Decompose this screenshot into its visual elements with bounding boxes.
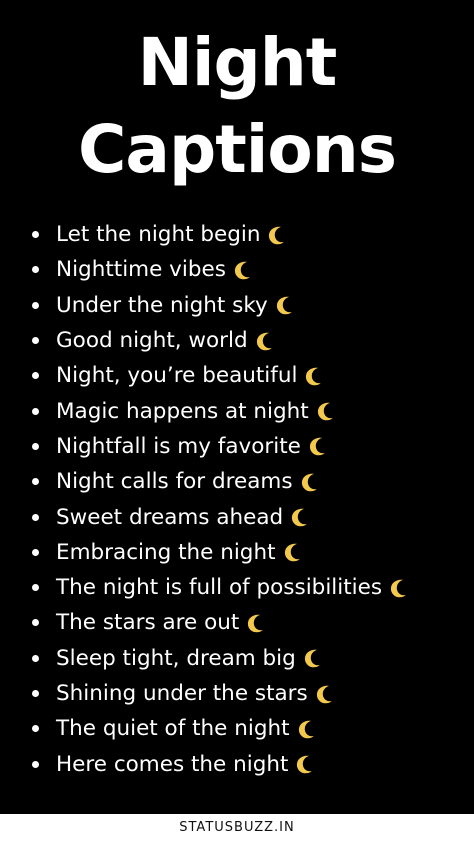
caption-text: The stars are out bbox=[56, 610, 240, 636]
caption-text: Here comes the night bbox=[56, 751, 289, 777]
caption-item: Night, you’re beautiful bbox=[32, 358, 409, 393]
bullet-icon bbox=[32, 372, 39, 380]
crescent-moon-icon bbox=[298, 471, 320, 493]
bullet-icon bbox=[32, 231, 39, 239]
crescent-moon-icon bbox=[306, 435, 328, 457]
caption-item: Shining under the stars bbox=[32, 676, 409, 711]
bullet-icon bbox=[32, 478, 39, 486]
caption-item: Nighttime vibes bbox=[32, 252, 409, 287]
crescent-moon-icon bbox=[295, 718, 317, 740]
caption-text: Good night, world bbox=[56, 328, 248, 354]
crescent-moon-icon bbox=[301, 647, 323, 669]
crescent-moon-icon bbox=[302, 365, 324, 387]
caption-item: Night calls for dreams bbox=[32, 464, 409, 499]
caption-text: Magic happens at night bbox=[56, 398, 309, 424]
bullet-icon bbox=[32, 407, 39, 415]
caption-text: Sleep tight, dream big bbox=[56, 645, 296, 671]
caption-text: Sweet dreams ahead bbox=[56, 504, 284, 530]
bullet-icon bbox=[32, 266, 39, 274]
caption-text: Nightfall is my favorite bbox=[56, 433, 301, 459]
bullet-icon bbox=[32, 760, 39, 768]
bullet-icon bbox=[32, 513, 39, 521]
caption-text: The night is full of possibilities bbox=[56, 575, 383, 601]
caption-item: Under the night sky bbox=[32, 288, 409, 323]
crescent-moon-icon bbox=[313, 683, 335, 705]
crescent-moon-icon bbox=[265, 224, 287, 246]
caption-item: Sweet dreams ahead bbox=[32, 499, 409, 534]
caption-text: The quiet of the night bbox=[56, 716, 290, 742]
bullet-icon bbox=[32, 442, 39, 450]
bullet-icon bbox=[32, 619, 39, 627]
caption-text: Embracing the night bbox=[56, 539, 276, 565]
caption-text: Under the night sky bbox=[56, 292, 268, 318]
caption-text: Night calls for dreams bbox=[56, 469, 293, 495]
bullet-icon bbox=[32, 725, 39, 733]
caption-item: Magic happens at night bbox=[32, 393, 409, 428]
page-title-line-1: Night bbox=[137, 24, 338, 101]
caption-item: Nightfall is my favorite bbox=[32, 429, 409, 464]
caption-item: Good night, world bbox=[32, 323, 409, 358]
crescent-moon-icon bbox=[273, 294, 295, 316]
caption-item: The night is full of possibilities bbox=[32, 570, 409, 605]
caption-item: Let the night begin bbox=[32, 217, 409, 252]
caption-item: The stars are out bbox=[32, 605, 409, 640]
bullet-icon bbox=[32, 690, 39, 697]
caption-item: The quiet of the night bbox=[32, 711, 409, 746]
caption-text: Let the night begin bbox=[56, 222, 261, 248]
crescent-moon-icon bbox=[244, 612, 266, 634]
footer-site-name: STATUSBUZZ.IN bbox=[179, 820, 295, 835]
bullet-icon bbox=[32, 548, 39, 556]
caption-item: Here comes the night bbox=[32, 746, 409, 781]
crescent-moon-icon bbox=[281, 541, 303, 563]
bullet-icon bbox=[32, 301, 39, 309]
crescent-moon-icon bbox=[231, 259, 253, 281]
caption-list: Let the night begin Nighttime vibes Under … bbox=[32, 217, 409, 782]
bullet-icon bbox=[32, 584, 39, 592]
page-title-line-2: Captions bbox=[77, 111, 397, 188]
crescent-moon-icon bbox=[288, 506, 310, 528]
caption-item: Sleep tight, dream big bbox=[32, 641, 409, 676]
crescent-moon-icon bbox=[293, 753, 315, 775]
bullet-icon bbox=[32, 337, 39, 345]
bullet-icon bbox=[32, 654, 39, 662]
crescent-moon-icon bbox=[253, 330, 275, 352]
crescent-moon-icon bbox=[314, 400, 336, 422]
caption-text: Nighttime vibes bbox=[56, 257, 226, 283]
caption-text: Shining under the stars bbox=[56, 681, 308, 706]
crescent-moon-icon bbox=[387, 577, 409, 599]
caption-text: Night, you’re beautiful bbox=[56, 363, 298, 389]
caption-item: Embracing the night bbox=[32, 535, 409, 570]
